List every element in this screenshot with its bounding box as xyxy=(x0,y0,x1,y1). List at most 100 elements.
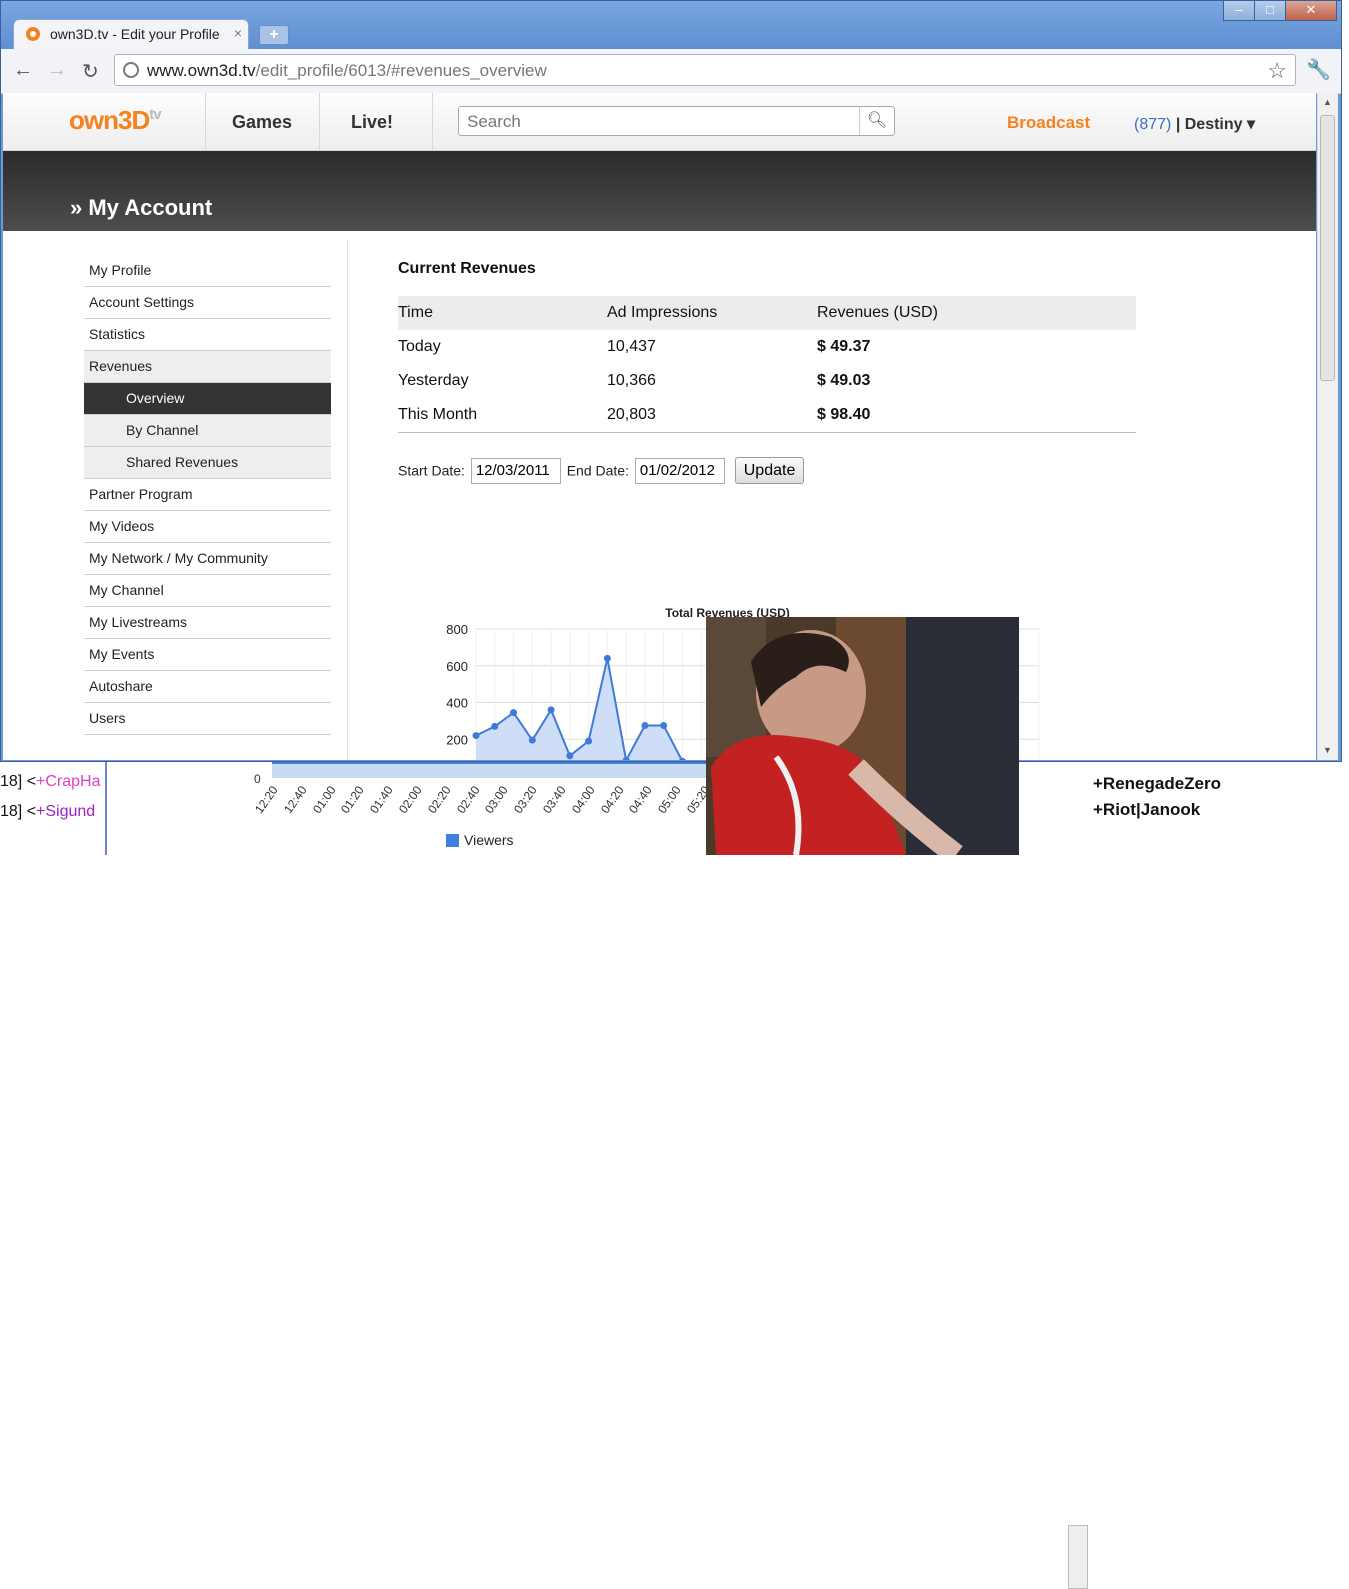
data-point xyxy=(585,737,593,745)
address-bar[interactable]: www.own3d.tv/edit_profile/6013/#revenues… xyxy=(114,54,1296,86)
table-row: This Month 20,803 $ 98.40 xyxy=(398,398,1136,433)
sidebar-item-users[interactable]: Users xyxy=(84,703,331,735)
revenue-cell: $ 49.37 xyxy=(817,338,871,355)
scroll-up-icon[interactable]: ▲ xyxy=(1323,97,1332,107)
end-date-input[interactable] xyxy=(634,457,725,484)
page-viewport: own3Dtv Games Live! 🔍︎ Broadcast (877) |… xyxy=(3,93,1316,760)
chat-line: 18] <+Sigund xyxy=(0,803,96,820)
broadcast-link[interactable]: Broadcast xyxy=(1007,113,1090,133)
search-input[interactable] xyxy=(465,111,859,133)
page-scrollbar[interactable]: ▲ ▼ xyxy=(1317,93,1338,760)
y-tick-label: 800 xyxy=(446,622,468,637)
sidebar-item-my-videos[interactable]: My Videos xyxy=(84,511,331,543)
browser-toolbar: ← → ↻ www.own3d.tv/edit_profile/6013/#re… xyxy=(1,49,1341,94)
sidebar-item-my-channel[interactable]: My Channel xyxy=(84,575,331,607)
current-revenues-heading: Current Revenues xyxy=(398,260,536,277)
window-edge xyxy=(105,760,107,855)
minimize-button[interactable]: – xyxy=(1223,1,1255,21)
sidebar-subitem-shared-revenues[interactable]: Shared Revenues xyxy=(84,447,331,479)
account-banner: » My Account xyxy=(3,151,1316,231)
reload-icon[interactable]: ↻ xyxy=(82,59,99,84)
user-list-item[interactable]: +Riot|Janook xyxy=(1093,800,1200,820)
sidebar-item-partner-program[interactable]: Partner Program xyxy=(84,479,331,511)
scrollbar-thumb[interactable] xyxy=(1320,115,1335,381)
header-divider xyxy=(319,93,320,150)
data-point xyxy=(641,721,649,729)
revenue-cell: $ 49.03 xyxy=(817,372,871,389)
table-header-row: Time Ad Impressions Revenues (USD) xyxy=(398,296,1136,330)
data-point xyxy=(528,736,536,744)
data-point xyxy=(510,709,518,717)
impressions-cell: 10,437 xyxy=(607,338,656,355)
nav-games[interactable]: Games xyxy=(232,112,292,133)
sidebar-item-my-profile[interactable]: My Profile xyxy=(84,255,331,287)
sidebar-item-my-events[interactable]: My Events xyxy=(84,639,331,671)
viewers-legend: Viewers xyxy=(446,832,514,848)
end-date-label: End Date: xyxy=(566,462,629,479)
browser-tab[interactable]: own3D.tv - Edit your Profile × xyxy=(13,19,249,49)
sidebar-subitem-by-channel[interactable]: By Channel xyxy=(84,415,331,447)
site-logo[interactable]: own3Dtv xyxy=(69,105,162,136)
header-divider xyxy=(205,93,206,150)
url-text[interactable]: www.own3d.tv/edit_profile/6013/#revenues… xyxy=(147,61,547,81)
scroll-down-icon[interactable]: ▼ xyxy=(1323,745,1332,755)
userlist-scrollbar[interactable] xyxy=(1068,1525,1088,1589)
column-header: Ad Impressions xyxy=(607,296,817,330)
message-count[interactable]: (877) xyxy=(1134,116,1171,133)
tab-close-icon[interactable]: × xyxy=(234,25,242,41)
start-date-input[interactable] xyxy=(470,457,561,484)
impressions-cell: 10,366 xyxy=(607,372,656,389)
tab-title: own3D.tv - Edit your Profile xyxy=(50,26,220,42)
data-point xyxy=(491,722,499,730)
nav-live[interactable]: Live! xyxy=(351,112,393,133)
webcam-overlay xyxy=(706,617,1019,855)
sidebar-item-autoshare[interactable]: Autoshare xyxy=(84,671,331,703)
column-header: Revenues (USD) xyxy=(817,296,1136,330)
account-sidebar: My Profile Account Settings Statistics R… xyxy=(84,255,331,735)
sidebar-subitem-overview[interactable]: Overview xyxy=(84,383,331,415)
wrench-icon[interactable]: 🔧 xyxy=(1306,57,1331,82)
impressions-cell: 20,803 xyxy=(607,398,817,433)
revenue-cell: $ 98.40 xyxy=(817,398,1136,433)
user-list-item[interactable]: +RenegadeZero xyxy=(1093,774,1221,794)
time-cell: Yesterday xyxy=(398,372,469,389)
start-date-label: Start Date: xyxy=(398,462,465,479)
data-point xyxy=(547,706,555,714)
page-title: » My Account xyxy=(70,195,213,220)
sidebar-item-my-network[interactable]: My Network / My Community xyxy=(84,543,331,575)
date-range-form: Start Date: End Date: Update xyxy=(398,457,805,484)
table-row: Today 10,437 $ 49.37 xyxy=(398,330,1136,364)
revenues-table: Time Ad Impressions Revenues (USD) Today… xyxy=(398,296,1136,433)
title-bar: own3D.tv - Edit your Profile × + – □ ✕ xyxy=(1,1,1341,49)
y-tick-label: 600 xyxy=(446,659,468,674)
forward-icon[interactable]: → xyxy=(47,59,67,82)
data-point xyxy=(472,732,480,740)
site-header: own3Dtv Games Live! 🔍︎ Broadcast (877) |… xyxy=(3,93,1316,151)
username-dropdown[interactable]: | Destiny ▾ xyxy=(1176,116,1255,133)
sidebar-item-statistics[interactable]: Statistics xyxy=(84,319,331,351)
sidebar-item-account-settings[interactable]: Account Settings xyxy=(84,287,331,319)
y-tick-label: 400 xyxy=(446,696,468,711)
update-button[interactable]: Update xyxy=(734,457,805,484)
data-point xyxy=(603,654,611,662)
y-tick-label: 200 xyxy=(446,732,468,747)
sidebar-item-my-livestreams[interactable]: My Livestreams xyxy=(84,607,331,639)
column-divider xyxy=(347,239,348,760)
data-point xyxy=(660,721,668,729)
new-tab-button[interactable]: + xyxy=(259,25,289,45)
back-icon[interactable]: ← xyxy=(13,59,33,82)
user-menu[interactable]: (877) | Destiny ▾ xyxy=(1134,114,1255,134)
search-icon[interactable]: 🔍︎ xyxy=(859,107,894,135)
globe-icon xyxy=(123,62,139,78)
table-row: Yesterday 10,366 $ 49.03 xyxy=(398,364,1136,398)
browser-window: own3D.tv - Edit your Profile × + – □ ✕ ←… xyxy=(0,0,1342,762)
maximize-button[interactable]: □ xyxy=(1254,1,1286,21)
chat-line: 18] <+CrapHa xyxy=(0,773,101,790)
close-window-button[interactable]: ✕ xyxy=(1285,1,1337,21)
favicon-icon xyxy=(26,27,40,41)
viewers-zero-label: 0 xyxy=(254,772,261,786)
data-point xyxy=(566,752,574,760)
sidebar-item-revenues[interactable]: Revenues xyxy=(84,351,331,383)
bookmark-star-icon[interactable]: ☆ xyxy=(1267,58,1287,84)
header-divider xyxy=(432,93,433,150)
